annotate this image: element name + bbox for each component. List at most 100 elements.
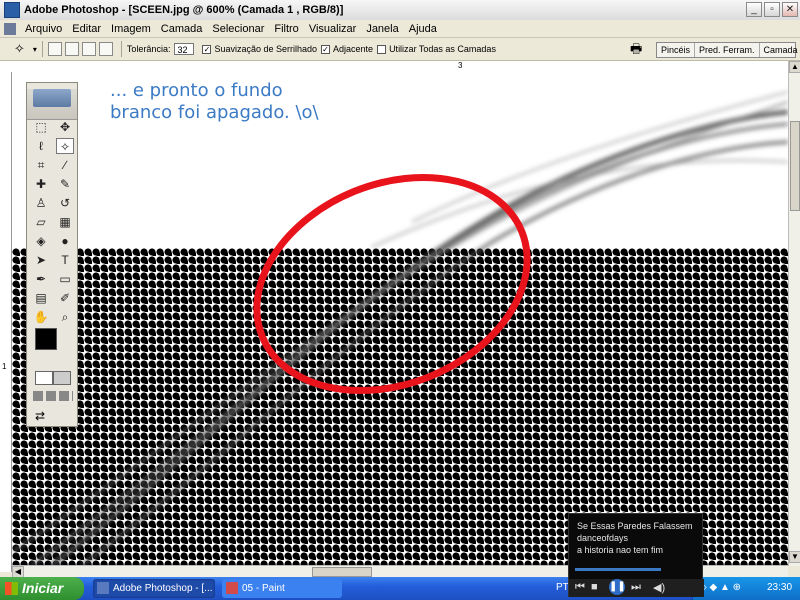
notes-tool-icon[interactable]: ▤ — [32, 290, 50, 306]
magic-wand-tool-icon[interactable]: ✧ — [56, 138, 74, 154]
ruler-mark: 1 — [2, 362, 7, 371]
language-indicator[interactable]: PT — [556, 582, 569, 593]
screen-mode-icons[interactable] — [33, 391, 73, 401]
tab-pred-ferram[interactable]: Pred. Ferram. — [695, 43, 760, 57]
quick-mask-icon[interactable] — [53, 371, 71, 385]
stop-icon[interactable]: ■ — [591, 581, 598, 593]
add-selection-icon[interactable] — [64, 42, 79, 56]
menu-bar: Arquivo Editar Imagem Camada Selecionar … — [0, 20, 800, 56]
slice-tool-icon[interactable]: ∕ — [56, 157, 74, 173]
volume-icon[interactable]: ◀) — [653, 581, 665, 594]
path-selection-icon[interactable]: ➤ — [32, 252, 50, 268]
separator — [120, 41, 122, 57]
toolbox-panel: ⬚ ✥ ℓ ✧ ⌗ ∕ ✚ ✎ ♙ ↺ ▱ ▦ ◈ ● ➤ T ✒ ▭ ▤ ✐ … — [26, 82, 78, 427]
next-icon[interactable]: ⏭ — [631, 581, 641, 594]
menu-visualizar[interactable]: Visualizar — [304, 23, 362, 35]
healing-brush-icon[interactable]: ✚ — [32, 176, 50, 192]
history-brush-icon[interactable]: ↺ — [56, 195, 74, 211]
feather-strokes — [12, 90, 788, 565]
task-paint[interactable]: 05 - Paint — [222, 579, 342, 598]
task-label: Adobe Photoshop - [... — [113, 583, 213, 594]
menu-editar[interactable]: Editar — [67, 23, 106, 35]
ruler-mark: 3 — [458, 61, 463, 70]
imageready-jump-icon[interactable]: ⇄ — [35, 409, 45, 423]
tolerance-label: Tolerância: — [126, 44, 171, 54]
tab-camada[interactable]: Camada — [760, 43, 800, 57]
eraser-tool-icon[interactable]: ▱ — [32, 214, 50, 230]
close-button[interactable]: ✕ — [782, 2, 798, 17]
foreground-color-swatch[interactable] — [35, 328, 57, 350]
move-tool-icon[interactable]: ✥ — [56, 119, 74, 135]
type-tool-icon[interactable]: T — [56, 252, 74, 268]
annotation-text: ... e pronto o fundo branco foi apagado.… — [110, 80, 319, 124]
menu-camada[interactable]: Camada — [156, 23, 208, 35]
standard-mode-icon[interactable] — [35, 371, 53, 385]
dodge-tool-icon[interactable]: ● — [56, 233, 74, 249]
document-icon[interactable] — [4, 22, 16, 35]
hand-tool-icon[interactable]: ✋ — [32, 309, 50, 325]
track-album: a historia nao tem fim — [577, 545, 664, 555]
all-layers-checkbox[interactable] — [377, 44, 387, 54]
clone-stamp-icon[interactable]: ♙ — [32, 195, 50, 211]
subtract-selection-icon[interactable] — [81, 42, 96, 56]
pen-tool-icon[interactable]: ✒ — [32, 271, 50, 287]
menu-filtro[interactable]: Filtro — [269, 23, 303, 35]
marquee-tool-icon[interactable]: ⬚ — [32, 119, 50, 135]
antialias-label: Suavização de Serrilhado — [214, 44, 318, 54]
vertical-scrollbar[interactable]: ▲ ▼ — [788, 61, 800, 566]
separator — [41, 41, 43, 57]
image-layer — [12, 90, 788, 565]
start-label: Iniciar — [22, 580, 64, 596]
previous-icon[interactable]: ⏮ — [575, 581, 585, 594]
menu-imagem[interactable]: Imagem — [106, 23, 156, 35]
track-title: Se Essas Paredes Falassem — [577, 521, 693, 531]
player-controls: ⏮ ■ ❚❚ ⏭ ◀) — [569, 579, 704, 597]
eyedropper-tool-icon[interactable]: ✐ — [56, 290, 74, 306]
scroll-up-arrow-icon[interactable]: ▲ — [789, 61, 800, 73]
menu-ajuda[interactable]: Ajuda — [404, 23, 442, 35]
seek-bar[interactable] — [575, 568, 661, 571]
scroll-down-arrow-icon[interactable]: ▼ — [789, 551, 800, 563]
tolerance-input[interactable]: 32 — [174, 43, 195, 55]
start-button[interactable]: Iniciar — [0, 577, 84, 600]
minimize-button[interactable]: _ — [746, 2, 762, 17]
new-selection-icon[interactable] — [47, 42, 62, 56]
blur-tool-icon[interactable]: ◈ — [32, 233, 50, 249]
lasso-tool-icon[interactable]: ℓ — [32, 138, 50, 154]
menu-janela[interactable]: Janela — [361, 23, 403, 35]
document-canvas[interactable] — [12, 72, 788, 565]
printer-icon[interactable]: 🖶 — [630, 40, 642, 62]
gradient-tool-icon[interactable]: ▦ — [56, 214, 74, 230]
maximize-button[interactable]: ▫ — [764, 2, 780, 17]
window-title: Adobe Photoshop - [SCEEN.jpg @ 600% (Cam… — [24, 4, 344, 16]
menu-selecionar[interactable]: Selecionar — [207, 23, 269, 35]
contiguous-checkbox[interactable]: ✓ — [321, 44, 331, 54]
media-player-mini: Se Essas Paredes Falassem danceofdays a … — [568, 513, 704, 597]
magic-wand-icon[interactable]: ✧ — [14, 41, 25, 57]
tool-preset-arrow-icon[interactable]: ▾ — [33, 45, 37, 54]
scroll-thumb[interactable] — [312, 567, 372, 577]
crop-tool-icon[interactable]: ⌗ — [32, 157, 50, 173]
zoom-tool-icon[interactable]: ⌕ — [56, 309, 74, 325]
annotation-line: ... e pronto o fundo — [110, 80, 283, 101]
photoshop-logo-icon — [33, 89, 71, 107]
track-artist: danceofdays — [577, 533, 629, 543]
vertical-ruler: 1 — [0, 72, 12, 572]
menu-arquivo[interactable]: Arquivo — [20, 23, 67, 35]
tool-grid: ⬚ ✥ ℓ ✧ ⌗ ∕ ✚ ✎ ♙ ↺ ▱ ▦ ◈ ● ➤ T ✒ ▭ ▤ ✐ … — [32, 119, 74, 325]
brush-tool-icon[interactable]: ✎ — [56, 176, 74, 192]
title-bar: Adobe Photoshop - [SCEEN.jpg @ 600% (Cam… — [0, 0, 800, 21]
task-photoshop[interactable]: Adobe Photoshop - [... — [93, 579, 215, 598]
clock[interactable]: 23:30 — [767, 582, 792, 593]
palette-well: Pincéis Pred. Ferram. Camada — [656, 42, 798, 58]
shape-tool-icon[interactable]: ▭ — [56, 271, 74, 287]
scroll-thumb[interactable] — [790, 121, 800, 211]
photoshop-icon — [4, 2, 20, 18]
toolbox-header[interactable] — [27, 89, 77, 120]
tray-icons[interactable]: ◇ ◆ ▲ ⊕ — [699, 582, 741, 593]
tab-pinceis[interactable]: Pincéis — [657, 43, 696, 57]
intersect-selection-icon[interactable] — [98, 42, 113, 56]
pause-button[interactable]: ❚❚ — [609, 579, 626, 595]
antialias-checkbox[interactable]: ✓ — [202, 44, 212, 54]
paint-icon — [226, 582, 238, 594]
